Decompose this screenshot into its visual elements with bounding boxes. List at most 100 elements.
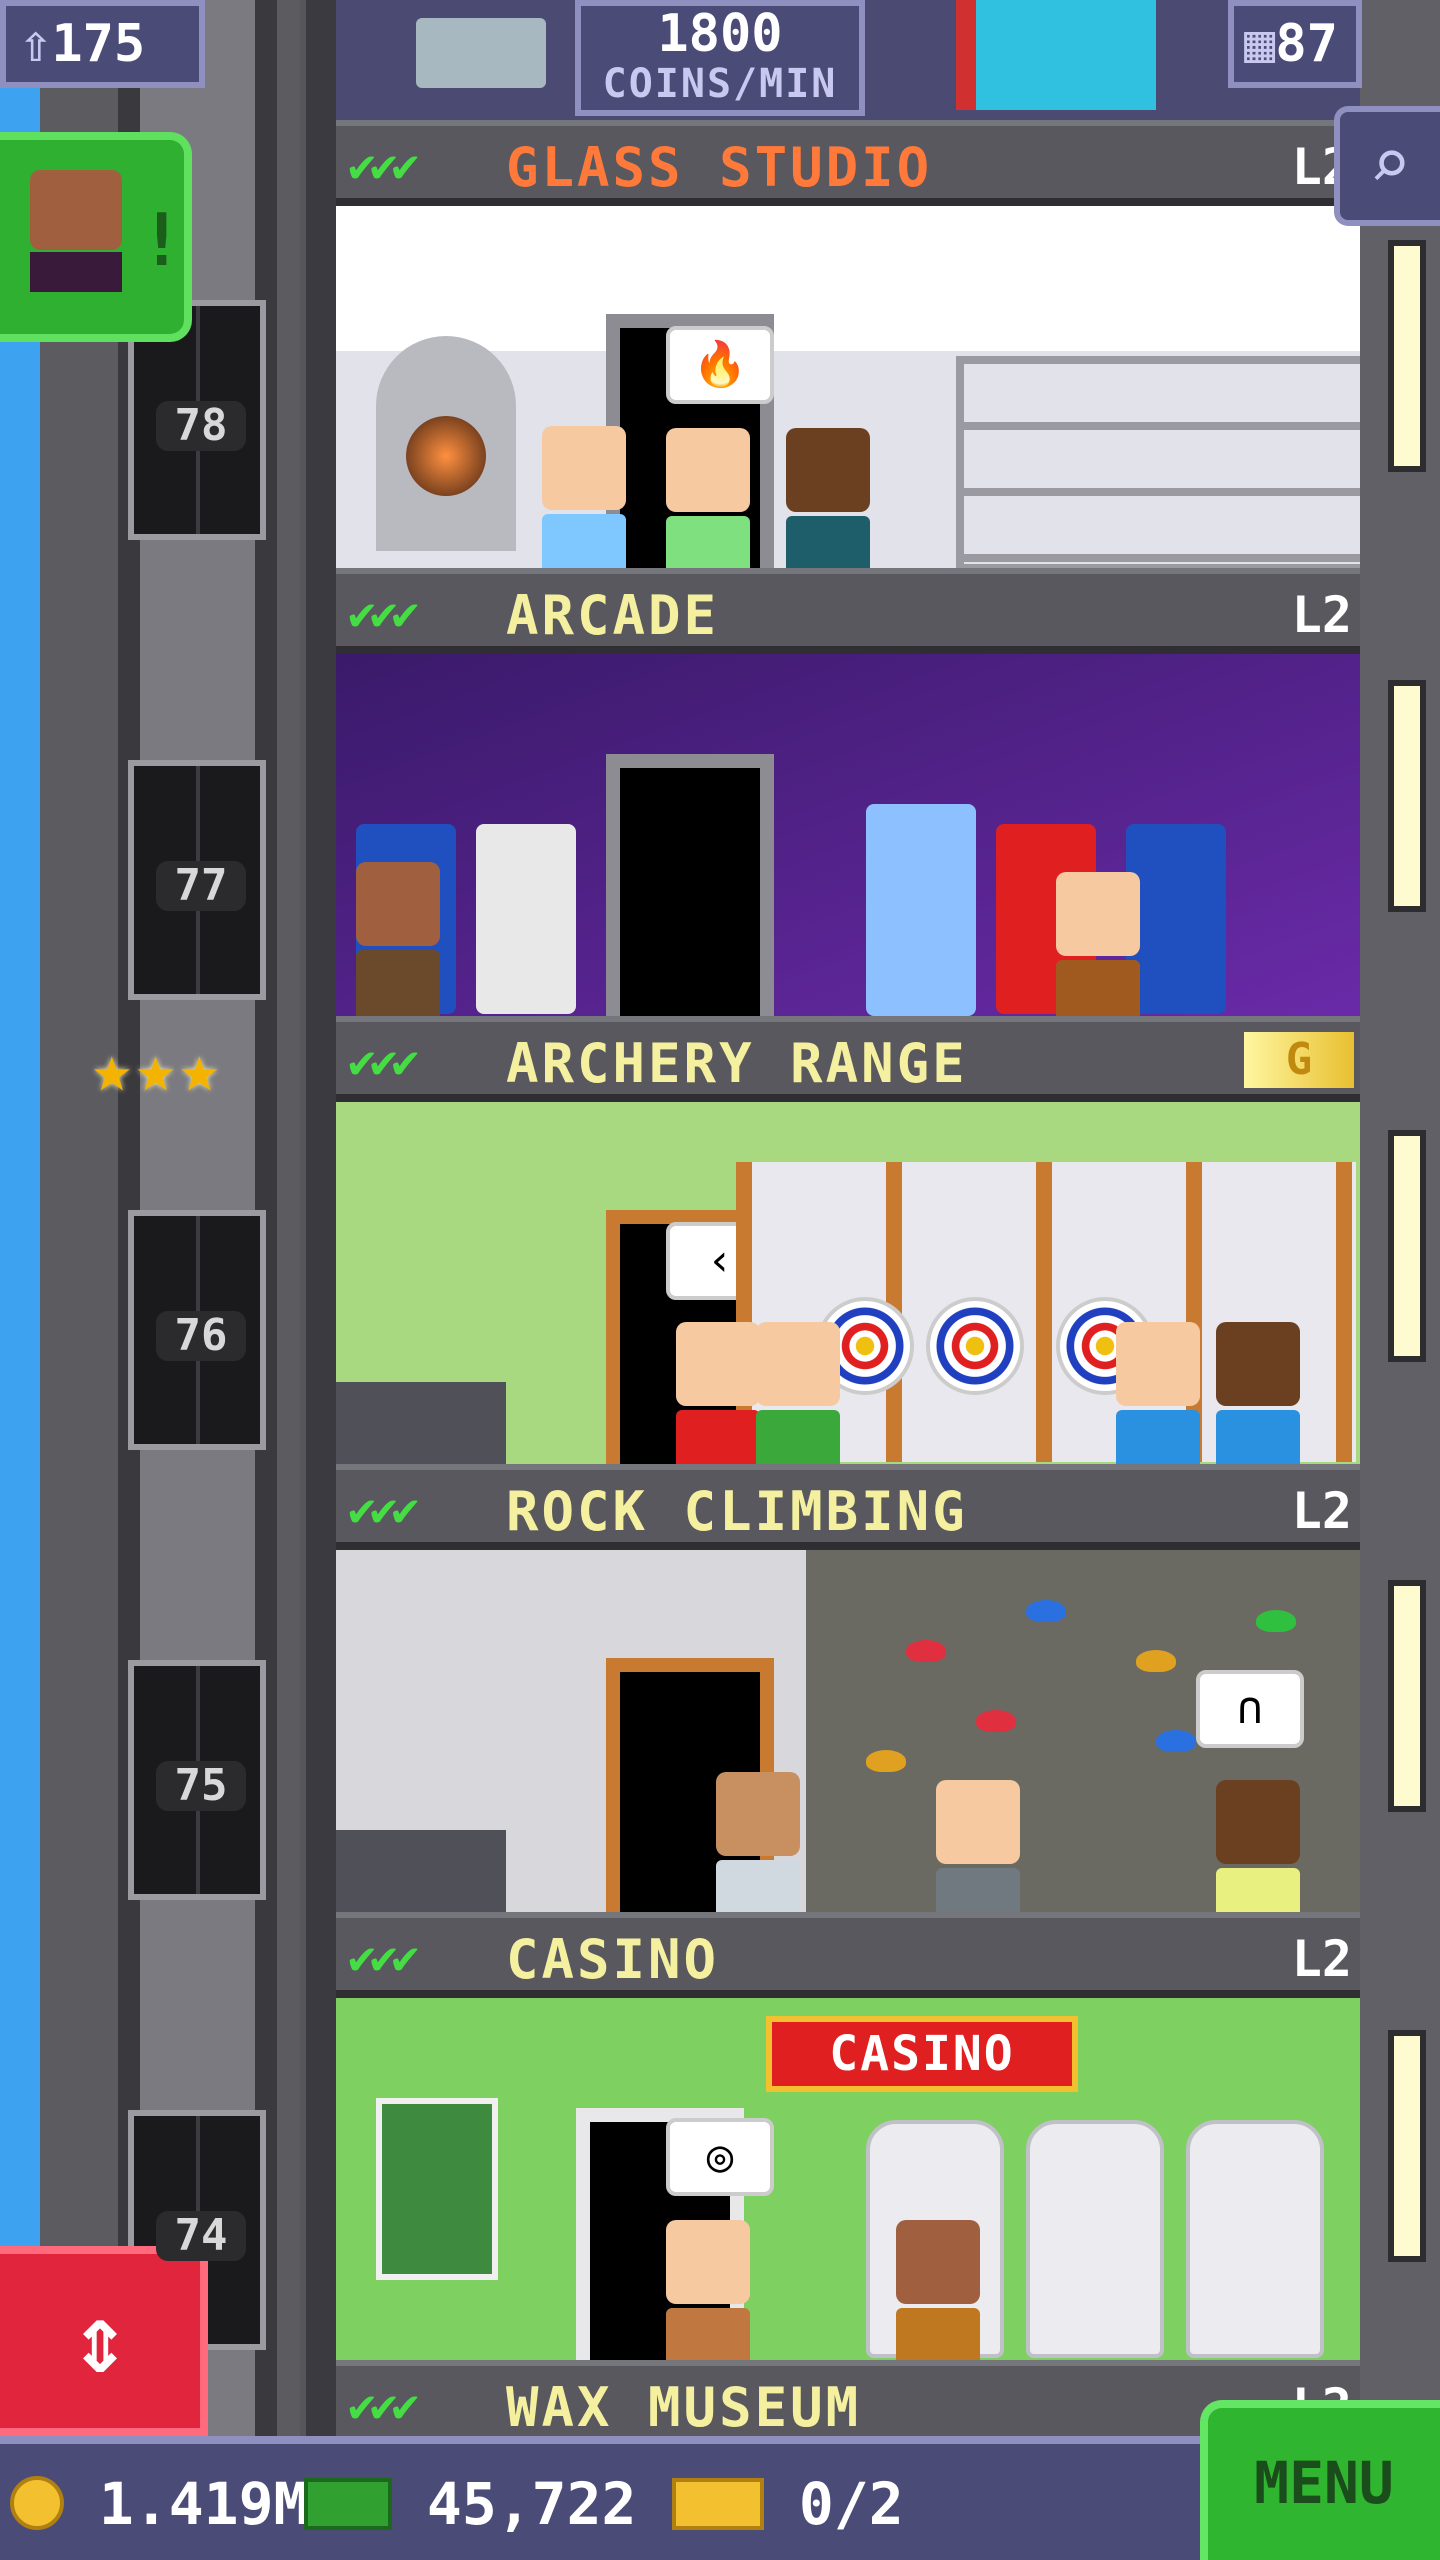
glass-shelf (956, 356, 1360, 568)
person-sprite[interactable] (666, 428, 750, 568)
floor-name: ROCK CLIMBING (506, 1480, 968, 1543)
elevator-floor-77[interactable]: 77 (128, 760, 266, 1000)
counter-prop (336, 1830, 506, 1912)
menu-button[interactable]: MENU (1200, 2400, 1440, 2560)
machine-prop (416, 18, 546, 88)
star-icon: ★ (92, 1030, 132, 1107)
person-sprite[interactable] (676, 1322, 760, 1464)
archery-target (926, 1297, 1024, 1395)
tower-window (1388, 2030, 1426, 2262)
person-sprite[interactable] (666, 2220, 750, 2360)
floor-number: 78 (156, 401, 246, 451)
tower-window (1388, 240, 1426, 472)
check-icons: ✔✔✔ (348, 586, 419, 640)
search-button[interactable]: ⌕ (1334, 106, 1440, 226)
floor-name: ARCADE (506, 584, 720, 647)
floor-bar-casino[interactable]: ✔✔✔ CASINO L2 (336, 1912, 1360, 1998)
star-icon: ★ (135, 1030, 176, 1107)
bux-value: 45,722 (426, 2470, 637, 2538)
ticket-icon (672, 2478, 764, 2530)
elevator-floor-76[interactable]: 76 (128, 1210, 266, 1450)
climbing-hold (1026, 1600, 1066, 1622)
climbing-hold (1256, 1610, 1296, 1632)
building-icon: ▦ (1244, 14, 1276, 74)
floor-name: CASINO (506, 1928, 720, 1991)
tower-window (1388, 1580, 1426, 1812)
room-casino[interactable]: CASINO ◎ (336, 1998, 1360, 2360)
check-icons: ✔✔✔ (348, 138, 419, 192)
person-sprite[interactable] (936, 1780, 1020, 1912)
elevator-floor-75[interactable]: 75 (128, 1660, 266, 1900)
floor-level: L2 (1291, 586, 1352, 644)
speech-bubble: ◎ (666, 2118, 774, 2196)
magnifier-icon: ⌕ (1368, 123, 1412, 205)
elevator-button[interactable]: ⇕ (0, 2246, 208, 2436)
coins-rate-value: 1800 (657, 4, 783, 64)
furnace-fire (406, 416, 486, 496)
coins-display[interactable]: 1.419M (10, 2470, 308, 2538)
tower-window (1388, 680, 1426, 912)
person-sprite[interactable] (1216, 1322, 1300, 1464)
bux-display[interactable]: 45,722 (304, 2470, 636, 2538)
person-sprite[interactable] (1216, 1780, 1300, 1912)
room-glass-studio[interactable]: 🔥 (336, 206, 1360, 568)
sky-background (0, 0, 40, 2560)
arcade-machine (476, 824, 576, 1014)
person-up-icon: ⇧ (20, 14, 52, 74)
casino-sign: CASINO (766, 2016, 1078, 2092)
floor-bar-arcade[interactable]: ✔✔✔ ARCADE L2 (336, 568, 1360, 654)
room-archery-range[interactable]: ‹ (336, 1102, 1360, 1464)
person-sprite[interactable] (1116, 1322, 1200, 1464)
person-sprite[interactable] (716, 1772, 800, 1912)
population-value: 175 (51, 14, 146, 74)
climbing-hold (1136, 1650, 1176, 1672)
floors-counter[interactable]: ▦87 (1228, 0, 1362, 88)
population-counter[interactable]: ⇧175 (0, 0, 205, 88)
person-sprite[interactable] (786, 428, 870, 568)
floor-name: GLASS STUDIO (506, 136, 933, 199)
hologram-prop (976, 0, 1156, 110)
gold-level-badge: G (1244, 1032, 1354, 1088)
room-rock-climbing[interactable]: ∩ (336, 1550, 1360, 1912)
climbing-hold (1156, 1730, 1196, 1752)
coins-rate-panel: 1800 COINS/MIN (575, 0, 865, 116)
tickets-display[interactable]: 0/2 (672, 2470, 904, 2538)
visitor-alert-button[interactable]: ! (0, 132, 192, 342)
person-sprite[interactable] (756, 1322, 840, 1464)
speech-bubble: 🔥 (666, 326, 774, 404)
person-sprite[interactable] (356, 862, 440, 1016)
coin-icon (10, 2476, 64, 2530)
floor-level: L2 (1291, 1482, 1352, 1540)
check-icons: ✔✔✔ (348, 1482, 419, 1536)
floor-number: 77 (156, 861, 246, 911)
person-sprite[interactable] (896, 2220, 980, 2360)
check-icons: ✔✔✔ (348, 2378, 419, 2432)
bux-icon (304, 2478, 392, 2530)
climbing-hold (866, 1750, 906, 1772)
bank-prop (376, 2098, 498, 2280)
room-arcade[interactable] (336, 654, 1360, 1016)
tower-window (1388, 1130, 1426, 1362)
floor-level: L2 (1291, 1930, 1352, 1988)
floor-number: 75 (156, 1761, 246, 1811)
furnace-prop (376, 336, 516, 551)
floor-name: WAX MUSEUM (506, 2376, 862, 2439)
check-icons: ✔✔✔ (348, 1034, 419, 1088)
person-sprite[interactable] (542, 426, 626, 568)
person-sprite[interactable] (1056, 872, 1140, 1016)
climbing-hold (906, 1640, 946, 1662)
star-icon: ★ (179, 1030, 220, 1107)
climbing-hold (976, 1710, 1016, 1732)
floor-bar-archery-range[interactable]: ✔✔✔ ARCHERY RANGE G (336, 1016, 1360, 1102)
coins-rate-unit: COINS/MIN (602, 61, 838, 107)
alert-mark: ! (140, 198, 184, 282)
arcade-machine (1126, 824, 1226, 1014)
floor-stars: ★★★ (92, 1030, 223, 1107)
menu-label: MENU (1254, 2449, 1394, 2517)
floor-bar-glass-studio[interactable]: ✔✔✔ GLASS STUDIO L2 (336, 120, 1360, 206)
counter-prop (336, 1382, 506, 1464)
floors-value: 87 (1275, 14, 1338, 74)
floor-number: 74 (156, 2211, 246, 2261)
floor-bar-rock-climbing[interactable]: ✔✔✔ ROCK CLIMBING L2 (336, 1464, 1360, 1550)
claw-machine (866, 804, 976, 1016)
